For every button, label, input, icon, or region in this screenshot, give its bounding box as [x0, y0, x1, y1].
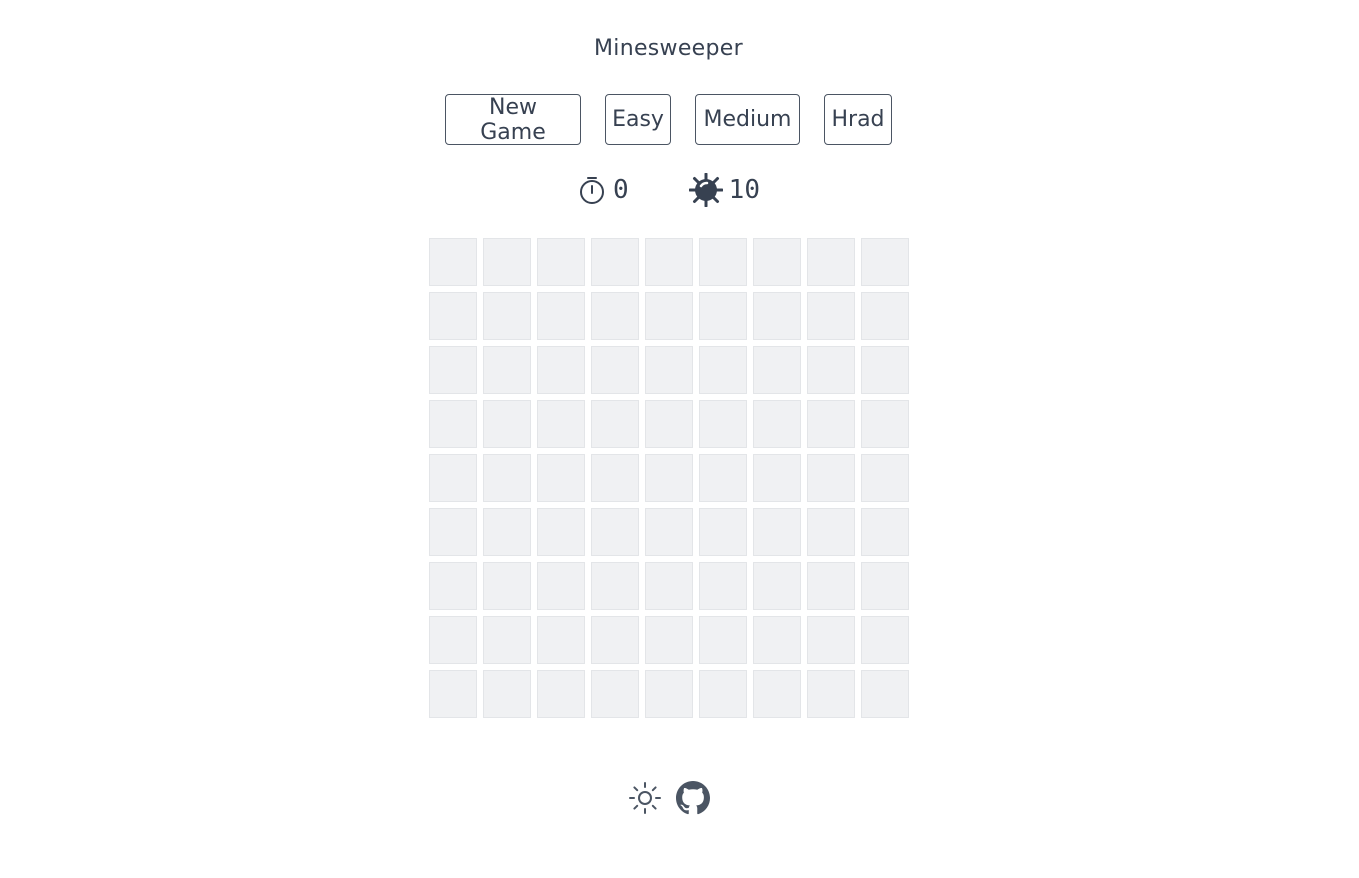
board-cell[interactable] — [645, 562, 693, 610]
board-cell[interactable] — [861, 562, 909, 610]
board-cell[interactable] — [699, 670, 747, 718]
board-cell[interactable] — [483, 454, 531, 502]
board-cell[interactable] — [861, 454, 909, 502]
board-cell[interactable] — [807, 562, 855, 610]
board-cell[interactable] — [645, 454, 693, 502]
board-cell[interactable] — [753, 616, 801, 664]
board-cell[interactable] — [645, 508, 693, 556]
board-cell[interactable] — [699, 508, 747, 556]
board-cell[interactable] — [645, 346, 693, 394]
board-cell[interactable] — [591, 346, 639, 394]
board-cell[interactable] — [537, 238, 585, 286]
board-cell[interactable] — [483, 400, 531, 448]
board-cell[interactable] — [807, 292, 855, 340]
board-cell[interactable] — [753, 508, 801, 556]
board-cell[interactable] — [591, 562, 639, 610]
board-cell[interactable] — [861, 238, 909, 286]
footer — [628, 781, 710, 815]
board-cell[interactable] — [753, 292, 801, 340]
board-cell[interactable] — [591, 292, 639, 340]
board-cell[interactable] — [429, 346, 477, 394]
new-game-button[interactable]: New Game — [445, 94, 581, 145]
board-cell[interactable] — [591, 616, 639, 664]
game-stats: 0 10 — [0, 170, 1337, 210]
board-cell[interactable] — [861, 616, 909, 664]
board-cell[interactable] — [753, 454, 801, 502]
board-cell[interactable] — [537, 562, 585, 610]
board-cell[interactable] — [537, 454, 585, 502]
mines-value: 10 — [728, 175, 760, 205]
board-cell[interactable] — [861, 670, 909, 718]
medium-button[interactable]: Medium — [695, 94, 800, 145]
sun-icon[interactable] — [628, 781, 662, 815]
board-cell[interactable] — [807, 454, 855, 502]
board-cell[interactable] — [483, 616, 531, 664]
board-cell[interactable] — [861, 508, 909, 556]
board-cell[interactable] — [429, 508, 477, 556]
timer-icon — [577, 175, 607, 205]
board-cell[interactable] — [699, 238, 747, 286]
board-cell[interactable] — [537, 508, 585, 556]
timer-stat: 0 — [577, 175, 629, 205]
board-cell[interactable] — [807, 400, 855, 448]
board-cell[interactable] — [429, 616, 477, 664]
board-cell[interactable] — [861, 346, 909, 394]
board-cell[interactable] — [807, 670, 855, 718]
board-cell[interactable] — [429, 238, 477, 286]
board-cell[interactable] — [753, 346, 801, 394]
board-cell[interactable] — [699, 292, 747, 340]
board-cell[interactable] — [645, 400, 693, 448]
board-cell[interactable] — [429, 562, 477, 610]
board-cell[interactable] — [591, 454, 639, 502]
board-cell[interactable] — [591, 400, 639, 448]
board-cell[interactable] — [537, 616, 585, 664]
board-cell[interactable] — [699, 616, 747, 664]
board-cell[interactable] — [645, 670, 693, 718]
board-cell[interactable] — [645, 292, 693, 340]
mine-icon — [688, 173, 723, 207]
board-cell[interactable] — [591, 670, 639, 718]
easy-button[interactable]: Easy — [605, 94, 671, 145]
board-cell[interactable] — [699, 346, 747, 394]
game-controls: New Game Easy Medium Hrad — [445, 94, 892, 145]
board-cell[interactable] — [483, 670, 531, 718]
board-cell[interactable] — [861, 400, 909, 448]
hard-button[interactable]: Hrad — [824, 94, 892, 145]
board-cell[interactable] — [807, 238, 855, 286]
page-title: Minesweeper — [594, 36, 743, 61]
mines-stat: 10 — [688, 173, 760, 207]
board-cell[interactable] — [537, 400, 585, 448]
board-cell[interactable] — [807, 508, 855, 556]
minesweeper-app: Minesweeper New Game Easy Medium Hrad 0 — [0, 0, 1359, 878]
github-icon[interactable] — [676, 781, 710, 815]
board-cell[interactable] — [753, 562, 801, 610]
board-cell[interactable] — [645, 616, 693, 664]
board-cell[interactable] — [537, 346, 585, 394]
board-cell[interactable] — [429, 400, 477, 448]
board-cell[interactable] — [591, 238, 639, 286]
board-cell[interactable] — [807, 616, 855, 664]
board-cell[interactable] — [537, 670, 585, 718]
board-cell[interactable] — [699, 562, 747, 610]
board-cell[interactable] — [483, 346, 531, 394]
minefield-board — [429, 238, 909, 718]
board-cell[interactable] — [483, 238, 531, 286]
board-cell[interactable] — [483, 292, 531, 340]
board-cell[interactable] — [753, 670, 801, 718]
board-cell[interactable] — [429, 292, 477, 340]
board-cell[interactable] — [645, 238, 693, 286]
board-cell[interactable] — [483, 508, 531, 556]
board-cell[interactable] — [537, 292, 585, 340]
board-cell[interactable] — [699, 400, 747, 448]
board-cell[interactable] — [861, 292, 909, 340]
board-cell[interactable] — [483, 562, 531, 610]
board-cell[interactable] — [807, 346, 855, 394]
board-cell[interactable] — [753, 400, 801, 448]
timer-value: 0 — [613, 175, 629, 205]
board-cell[interactable] — [591, 508, 639, 556]
board-cell[interactable] — [699, 454, 747, 502]
board-cell[interactable] — [429, 670, 477, 718]
board-cell[interactable] — [429, 454, 477, 502]
board-cell[interactable] — [753, 238, 801, 286]
